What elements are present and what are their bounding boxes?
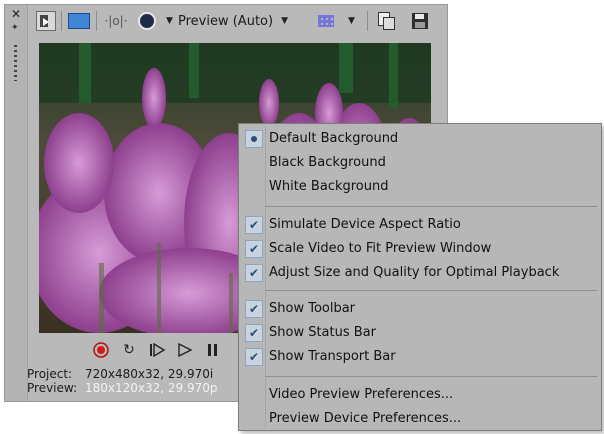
drag-handle[interactable] <box>14 45 17 81</box>
menu-item-adjust-size-quality[interactable]: ✔ Adjust Size and Quality for Optimal Pl… <box>239 262 601 284</box>
status-bar: Project: 720x480x32, 29.970i Preview: 18… <box>27 367 218 395</box>
menu-item-label: Show Toolbar <box>269 301 356 316</box>
menu-item-default-background[interactable]: Default Background <box>239 128 601 150</box>
monitor-icon <box>68 13 90 29</box>
menu-item-preview-device-preferences[interactable]: Preview Device Preferences... <box>239 408 601 430</box>
transport-bar: ↻ <box>91 340 223 362</box>
menu-item-label: Default Background <box>269 131 399 146</box>
pin-icon[interactable]: ✦ <box>11 23 19 33</box>
overlay-icon: ·|o|· <box>104 14 128 28</box>
copy-snapshot-button[interactable] <box>376 10 396 32</box>
menu-item-video-preview-preferences[interactable]: Video Preview Preferences... <box>239 384 601 406</box>
checkmark-icon: ✔ <box>245 264 263 282</box>
menu-item-label: Show Transport Bar <box>269 349 396 364</box>
save-snapshot-icon <box>412 13 428 29</box>
external-monitor-button[interactable] <box>68 10 90 32</box>
preview-toolbar: ·|o|· ▼ Preview (Auto) ▼ ▼ <box>28 5 447 37</box>
record-icon[interactable] <box>91 340 111 360</box>
menu-item-simulate-aspect-ratio[interactable]: ✔ Simulate Device Aspect Ratio <box>239 214 601 236</box>
menu-separator <box>265 206 597 207</box>
grid-button[interactable] <box>318 10 334 32</box>
split-screen-icon <box>36 11 56 31</box>
copy-snapshot-icon <box>376 11 396 31</box>
menu-item-label: Video Preview Preferences... <box>269 387 454 402</box>
preview-quality-label: Preview (Auto) <box>178 13 274 29</box>
checkmark-icon: ✔ <box>245 300 263 318</box>
menu-item-label: Adjust Size and Quality for Optimal Play… <box>269 265 560 280</box>
play-icon[interactable] <box>175 340 195 360</box>
overlay-button[interactable]: ·|o|· <box>102 10 130 32</box>
menu-item-label: Black Background <box>269 155 386 170</box>
mode-icon <box>138 12 156 30</box>
preview-mode-button[interactable] <box>138 10 156 32</box>
docking-grip[interactable]: ✕ ✦ <box>5 5 28 401</box>
menu-item-show-toolbar[interactable]: ✔ Show Toolbar <box>239 298 601 320</box>
preview-quality-dropdown[interactable]: Preview (Auto) ▼ <box>178 10 288 32</box>
project-value: 720x480x32, 29.970i <box>85 367 214 381</box>
project-label: Project: <box>27 367 73 381</box>
grid-dropdown-arrow[interactable]: ▼ <box>348 10 355 32</box>
menu-item-scale-video[interactable]: ✔ Scale Video to Fit Preview Window <box>239 238 601 260</box>
preview-context-menu: Default Background Black Background Whit… <box>238 123 602 431</box>
preview-value: 180x120x32, 29.970p <box>85 381 218 395</box>
chevron-down-icon: ▼ <box>281 16 288 26</box>
split-screen-button[interactable] <box>36 10 56 32</box>
radio-selected-icon <box>245 130 263 148</box>
menu-item-label: White Background <box>269 179 389 194</box>
menu-item-show-transport-bar[interactable]: ✔ Show Transport Bar <box>239 346 601 368</box>
menu-item-label: Simulate Device Aspect Ratio <box>269 217 461 232</box>
save-snapshot-button[interactable] <box>412 10 428 32</box>
play-from-start-icon[interactable] <box>147 340 167 360</box>
menu-item-black-background[interactable]: Black Background <box>239 152 601 174</box>
menu-item-label: Scale Video to Fit Preview Window <box>269 241 492 256</box>
pause-icon[interactable] <box>203 340 223 360</box>
mode-dropdown-arrow[interactable]: ▼ <box>166 10 173 32</box>
menu-item-label: Show Status Bar <box>269 325 376 340</box>
loop-icon[interactable]: ↻ <box>119 340 139 360</box>
checkmark-icon: ✔ <box>245 216 263 234</box>
checkmark-icon: ✔ <box>245 240 263 258</box>
menu-item-white-background[interactable]: White Background <box>239 176 601 198</box>
preview-label: Preview: <box>27 381 78 395</box>
checkmark-icon: ✔ <box>245 324 263 342</box>
menu-item-label: Preview Device Preferences... <box>269 411 462 426</box>
menu-separator <box>265 376 597 377</box>
close-icon[interactable]: ✕ <box>11 7 21 21</box>
checkmark-icon: ✔ <box>245 348 263 366</box>
menu-item-show-status-bar[interactable]: ✔ Show Status Bar <box>239 322 601 344</box>
grid-icon <box>318 15 334 27</box>
menu-separator <box>265 290 597 291</box>
